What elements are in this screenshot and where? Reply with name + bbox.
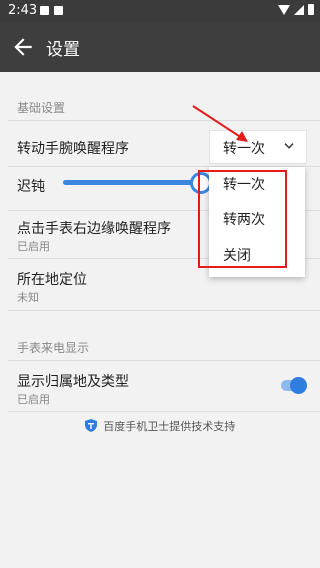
annotation-arrow (192, 105, 248, 142)
